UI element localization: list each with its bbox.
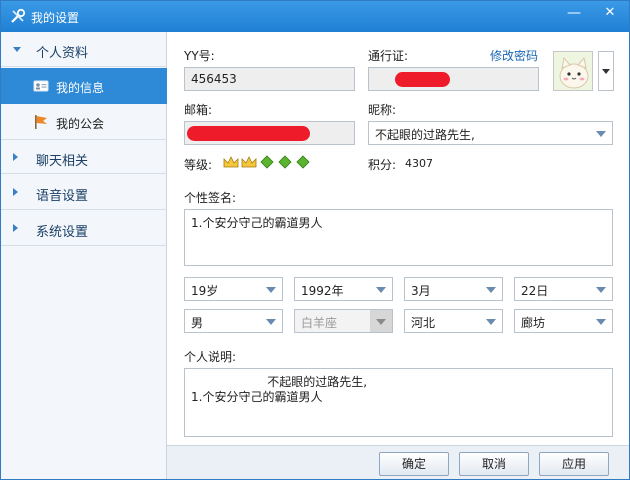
sidebar-group-label: 语音设置 [36,189,89,204]
sidebar-group-label: 系统设置 [36,225,89,240]
minimize-button[interactable]: — [561,4,587,24]
crown-icon [241,156,257,168]
description-input[interactable]: 不起眼的过路先生, 1.个安分守己的霸道男人 [184,368,613,437]
window-title: 我的设置 [31,11,80,25]
chevron-down-icon [596,319,606,325]
chevron-down-icon [376,319,386,325]
settings-wrench-icon [11,8,26,23]
chevron-down-icon [486,319,496,325]
sidebar-item-my-guild[interactable]: 我的公会 [1,104,167,140]
nickname-value: 不起眼的过路先生, [375,128,475,142]
avatar-image [554,52,592,90]
birth-month-value: 3月 [411,284,431,298]
chevron-right-icon [13,153,18,161]
sidebar-group-system[interactable]: 系统设置 [1,211,167,246]
profile-panel: YY号: 456453 通行证: 修改密码 邮箱: 昵称: 不起眼的过路先生, … [167,32,629,445]
passport-label: 通行证: [368,49,409,63]
chevron-down-icon [266,287,276,293]
sidebar-item-label: 我的公会 [56,117,105,131]
chevron-down-icon [596,131,606,137]
points-value: 4307 [405,157,433,170]
birth-day-select[interactable]: 22日 [514,277,613,301]
age-select[interactable]: 19岁 [184,277,283,301]
province-select[interactable]: 河北 [404,309,503,333]
email-field [184,121,355,145]
sidebar-item-label: 我的信息 [56,81,105,95]
signature-label: 个性签名: [184,191,237,205]
sidebar-group-label: 个人资料 [36,46,89,61]
birth-day-value: 22日 [521,284,549,298]
zodiac-select: 白羊座 [294,309,393,333]
redaction-mark [395,72,450,87]
points-label: 积分: [368,158,397,172]
chevron-down-icon [596,287,606,293]
age-value: 19岁 [191,284,219,298]
gender-value: 男 [191,316,204,330]
sidebar-group-voice[interactable]: 语音设置 [1,175,167,210]
passport-field [368,67,539,91]
birth-month-select[interactable]: 3月 [404,277,503,301]
zodiac-value: 白羊座 [301,316,338,330]
yy-label: YY号: [184,49,215,63]
chevron-right-icon [13,188,18,196]
gender-select[interactable]: 男 [184,309,283,333]
chevron-down-icon [266,319,276,325]
city-select[interactable]: 廊坊 [514,309,613,333]
sidebar: 个人资料 我的信息 我的公会 聊天相关 语音设置 系统设置 [1,32,167,479]
leaf-badge-icon [296,155,310,169]
title-bar[interactable]: 我的设置 — ✕ [1,1,629,32]
avatar[interactable] [553,51,593,91]
description-label: 个人说明: [184,350,237,364]
dialog-footer: 确定 取消 应用 [167,445,629,479]
level-label: 等级: [184,158,213,172]
province-value: 河北 [411,316,436,330]
sidebar-group-profile[interactable]: 个人资料 [1,32,167,67]
email-label: 邮箱: [184,103,213,117]
avatar-dropdown-button[interactable] [598,51,614,91]
flag-icon [35,115,47,129]
birth-year-value: 1992年 [301,284,344,298]
crown-icon [223,156,239,168]
redaction-mark [187,126,310,141]
ok-button[interactable]: 确定 [379,452,449,476]
sidebar-group-chat[interactable]: 聊天相关 [1,139,167,174]
nickname-label: 昵称: [368,103,397,117]
signature-input[interactable]: 1.个安分守己的霸道男人 [184,209,613,266]
chevron-down-icon [13,47,21,52]
nickname-combo[interactable]: 不起眼的过路先生, [368,121,613,145]
birth-year-select[interactable]: 1992年 [294,277,393,301]
sidebar-group-label: 聊天相关 [36,154,89,169]
chevron-right-icon [13,224,18,232]
chevron-down-icon [602,69,610,74]
cancel-button[interactable]: 取消 [459,452,529,476]
close-button[interactable]: ✕ [597,4,623,24]
chevron-down-icon [376,287,386,293]
chevron-down-icon [486,287,496,293]
leaf-badge-icon [278,155,292,169]
sidebar-item-my-info[interactable]: 我的信息 [1,68,167,104]
level-badges [223,155,310,169]
leaf-badge-icon [260,155,274,169]
change-password-link[interactable]: 修改密码 [490,47,538,64]
yy-number-field: 456453 [184,67,355,91]
id-card-icon [33,80,49,92]
city-value: 廊坊 [521,316,546,330]
apply-button[interactable]: 应用 [539,452,609,476]
settings-window: 我的设置 — ✕ 个人资料 我的信息 我的公会 聊天相关 语音设置 系统设置 Y… [0,0,630,480]
